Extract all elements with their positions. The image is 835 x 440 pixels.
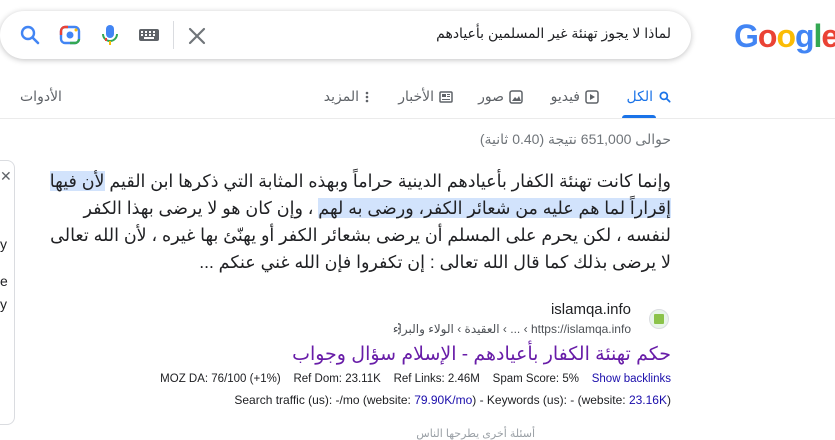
tab-label: الأدوات	[20, 88, 62, 104]
google-logo[interactable]: Google	[734, 18, 835, 55]
search-icon	[659, 90, 671, 103]
tab-more[interactable]: المزيد	[324, 88, 370, 105]
tab-label: فيديو	[550, 88, 580, 104]
logo-letter: g	[794, 18, 815, 54]
google-lens-icon[interactable]	[58, 23, 82, 47]
keywords-website-link[interactable]: 23.16K	[629, 393, 667, 407]
side-panel-text: y	[0, 236, 7, 252]
tab-news[interactable]: الأخبار	[398, 88, 453, 105]
tab-label: المزيد	[323, 88, 359, 104]
show-backlinks-link[interactable]: Show backlinks	[592, 373, 671, 385]
divider	[173, 21, 174, 49]
play-icon	[585, 89, 599, 104]
moz-da: MOZ DA: 76/100 (+1%)	[160, 373, 281, 385]
keyboard-icon[interactable]	[138, 27, 160, 43]
microphone-icon[interactable]	[100, 23, 120, 47]
tab-tools[interactable]: الأدوات	[20, 88, 62, 105]
more-options-icon[interactable]: ⋮	[392, 320, 406, 337]
traffic-suffix: )	[667, 393, 671, 407]
tab-label: الأخبار	[398, 88, 434, 104]
close-icon[interactable]: ✕	[0, 168, 12, 185]
side-panel-text: e	[0, 273, 8, 289]
result-stats: حوالى 651,000 نتيجة (0.40 ثانية)	[479, 131, 671, 147]
tab-label: صور	[478, 88, 504, 104]
result-url[interactable]: https://islamqa.info › ... › العقيدة › ا…	[393, 322, 631, 336]
tab-videos[interactable]: فيديو	[551, 88, 599, 105]
side-panel	[0, 160, 15, 425]
traffic-prefix: Search traffic (us): -/mo (website:	[234, 393, 415, 407]
site-name[interactable]: islamqa.info	[551, 301, 631, 318]
side-panel-text: y	[0, 296, 7, 312]
news-icon	[439, 90, 453, 103]
search-input[interactable]: لماذا لا يجوز تهنئة غير المسلمين بأعياده…	[436, 25, 671, 42]
tab-all[interactable]: الكل	[627, 88, 673, 105]
logo-letter: o	[776, 18, 796, 54]
traffic-bar: Search traffic (us): -/mo (website: 79.9…	[234, 393, 671, 407]
logo-letter: e	[821, 18, 835, 54]
image-icon	[509, 89, 523, 104]
search-icon[interactable]	[18, 23, 42, 47]
site-favicon	[649, 309, 669, 329]
traffic-website-link[interactable]: 79.90K/mo	[414, 393, 472, 407]
people-also-ask-heading: أسئلة أخرى يطرحها الناس	[416, 428, 535, 440]
tab-images[interactable]: صور	[478, 88, 523, 105]
traffic-middle: ) - Keywords (us): - (website:	[472, 393, 629, 407]
featured-snippet: وإنما كانت تهنئة الكفار بأعيادهم الدينية…	[46, 168, 671, 276]
tab-label: الكل	[626, 88, 654, 104]
result-title-link[interactable]: حكم تهنئة الكفار بأعيادهم - الإسلام سؤال…	[292, 343, 671, 366]
logo-letter: G	[734, 18, 759, 54]
moz-spam-score: Spam Score: 5%	[492, 373, 579, 385]
snippet-text: وإنما كانت تهنئة الكفار بأعيادهم الدينية…	[104, 171, 671, 191]
clear-icon[interactable]	[185, 24, 209, 48]
tabs-divider	[0, 118, 835, 119]
search-bar[interactable]: لماذا لا يجوز تهنئة غير المسلمين بأعياده…	[0, 11, 691, 59]
moz-bar: MOZ DA: 76/100 (+1%) Ref Dom: 23.11K Ref…	[160, 373, 671, 385]
moz-ref-links: Ref Links: 2.46M	[393, 373, 480, 385]
moz-ref-dom: Ref Dom: 23.11K	[293, 373, 381, 385]
more-vert-icon	[365, 91, 369, 102]
logo-letter: o	[757, 18, 778, 54]
favicon-icon	[654, 314, 664, 324]
